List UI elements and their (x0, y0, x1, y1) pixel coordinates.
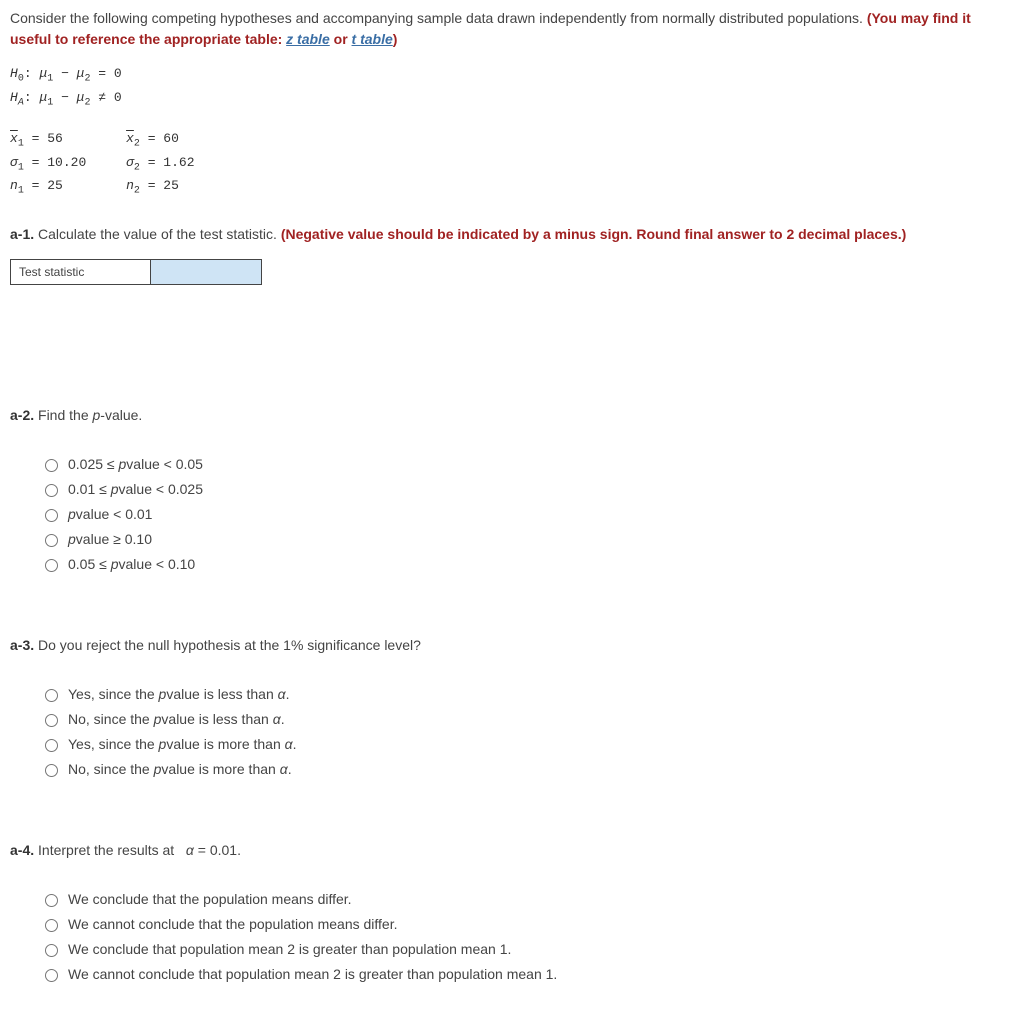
a4-option-2: We cannot conclude that the population m… (40, 914, 1014, 935)
a2-radio-4[interactable] (45, 534, 58, 547)
a2-radio-1[interactable] (45, 459, 58, 472)
t-table-link[interactable]: t table (352, 31, 393, 47)
sample-data-block: x1 = 56 σ1 = 10.20 n1 = 25 x2 = 60 σ2 = … (10, 129, 1014, 200)
a4-radio-2[interactable] (45, 919, 58, 932)
a3-number: a-3. (10, 637, 34, 653)
a4-option-1: We conclude that the population means di… (40, 889, 1014, 910)
a3-option-4: No, since the pvalue is more than α. (40, 759, 1014, 780)
sigma1-row: σ1 = 10.20 (10, 153, 86, 177)
question-a2: a-2. Find the p-value. (10, 405, 1014, 426)
a4-number: a-4. (10, 842, 34, 858)
a4-label-3: We conclude that population mean 2 is gr… (68, 939, 511, 960)
a2-radio-3[interactable] (45, 509, 58, 522)
a1-number: a-1. (10, 226, 34, 242)
a4-radio-3[interactable] (45, 944, 58, 957)
intro-text: Consider the following competing hypothe… (10, 10, 867, 26)
x2-row: x2 = 60 (126, 129, 194, 153)
a3-radio-3[interactable] (45, 739, 58, 752)
test-statistic-label: Test statistic (11, 259, 151, 284)
a3-radio-4[interactable] (45, 764, 58, 777)
a2-radio-5[interactable] (45, 559, 58, 572)
n1-row: n1 = 25 (10, 176, 86, 200)
a2-option-5: 0.05 ≤ pvalue < 0.10 (40, 554, 1014, 575)
z-table-link[interactable]: z table (286, 31, 330, 47)
alt-hypothesis: HA: μ1 − μ2 ≠ 0 (10, 88, 1014, 112)
hypotheses-block: H0: μ1 − μ2 = 0 HA: μ1 − μ2 ≠ 0 (10, 64, 1014, 111)
a2-option-1: 0.025 ≤ pvalue < 0.05 (40, 454, 1014, 475)
a3-text: Do you reject the null hypothesis at the… (34, 637, 421, 653)
a1-text: Calculate the value of the test statisti… (34, 226, 281, 242)
n2-row: n2 = 25 (126, 176, 194, 200)
a3-options: Yes, since the pvalue is less than α. No… (40, 684, 1014, 780)
intro-paragraph: Consider the following competing hypothe… (10, 8, 1014, 50)
a4-label-4: We cannot conclude that population mean … (68, 964, 557, 985)
a3-radio-1[interactable] (45, 689, 58, 702)
x1-row: x1 = 56 (10, 129, 86, 153)
sigma2-row: σ2 = 1.62 (126, 153, 194, 177)
a3-radio-2[interactable] (45, 714, 58, 727)
a3-option-2: No, since the pvalue is less than α. (40, 709, 1014, 730)
a2-option-4: pvalue ≥ 0.10 (40, 529, 1014, 550)
a4-option-4: We cannot conclude that population mean … (40, 964, 1014, 985)
a2-option-2: 0.01 ≤ pvalue < 0.025 (40, 479, 1014, 500)
a4-label-2: We cannot conclude that the population m… (68, 914, 398, 935)
a4-option-3: We conclude that population mean 2 is gr… (40, 939, 1014, 960)
a2-radio-2[interactable] (45, 484, 58, 497)
a1-instruction: (Negative value should be indicated by a… (281, 226, 906, 242)
a2-option-3: pvalue < 0.01 (40, 504, 1014, 525)
a4-radio-1[interactable] (45, 894, 58, 907)
a4-label-1: We conclude that the population means di… (68, 889, 352, 910)
a2-number: a-2. (10, 407, 34, 423)
a4-options: We conclude that the population means di… (40, 889, 1014, 985)
sample-2-col: x2 = 60 σ2 = 1.62 n2 = 25 (126, 129, 194, 200)
null-hypothesis: H0: μ1 − μ2 = 0 (10, 64, 1014, 88)
a3-option-3: Yes, since the pvalue is more than α. (40, 734, 1014, 755)
a3-option-1: Yes, since the pvalue is less than α. (40, 684, 1014, 705)
a2-options: 0.025 ≤ pvalue < 0.05 0.01 ≤ pvalue < 0.… (40, 454, 1014, 575)
question-a4: a-4. Interpret the results at α = 0.01. (10, 840, 1014, 861)
test-statistic-table: Test statistic (10, 259, 262, 285)
test-statistic-input[interactable] (151, 262, 261, 282)
question-a1: a-1. Calculate the value of the test sta… (10, 224, 1014, 245)
sample-1-col: x1 = 56 σ1 = 10.20 n1 = 25 (10, 129, 86, 200)
question-a3: a-3. Do you reject the null hypothesis a… (10, 635, 1014, 656)
a4-radio-4[interactable] (45, 969, 58, 982)
